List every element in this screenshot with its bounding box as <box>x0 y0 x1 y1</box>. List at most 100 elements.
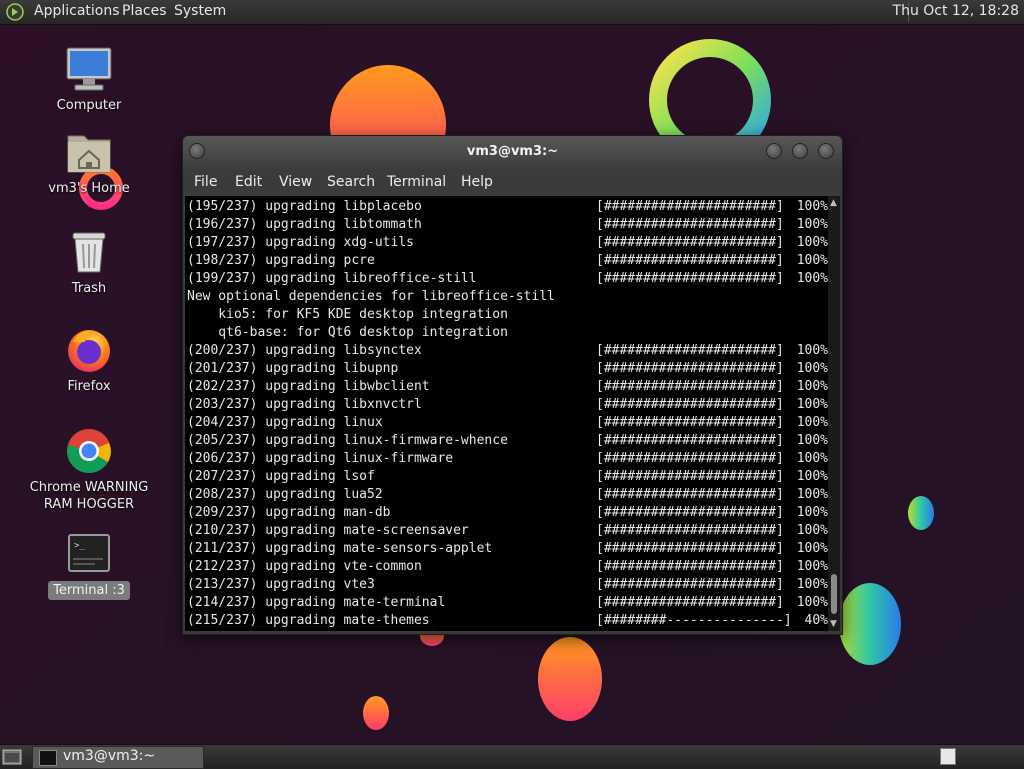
progress-bar-text: [######################] <box>596 487 784 502</box>
progress-percent: 100% <box>796 451 828 466</box>
menu-applications[interactable]: Applications <box>34 3 120 19</box>
terminal-line: (203/237) upgrading libxnvctrl [#########… <box>187 396 828 414</box>
terminal-line-text: (207/237) upgrading lsof <box>187 469 375 484</box>
home-folder-icon <box>65 128 113 176</box>
desktop-icon-chrome[interactable]: Chrome WARNING RAM HOGGER <box>24 427 154 514</box>
progress-bar-text: [######################] <box>596 199 784 214</box>
terminal-line: (207/237) upgrading lsof [###############… <box>187 468 828 486</box>
scroll-down-arrow-icon[interactable]: ▼ <box>830 619 837 629</box>
progress-bar-text: [######################] <box>596 397 784 412</box>
terminal-line: (198/237) upgrading pcre [###############… <box>187 252 828 270</box>
bottom-panel: vm3@vm3:~ <box>0 744 1024 769</box>
terminal-line-text: qt6-base: for Qt6 desktop integration <box>187 325 508 340</box>
terminal-line: (196/237) upgrading libtommath [#########… <box>187 216 828 234</box>
terminal-line-text: (212/237) upgrading vte-common <box>187 559 422 574</box>
taskbar-terminal-button[interactable]: vm3@vm3:~ <box>32 746 204 769</box>
terminal-line: (214/237) upgrading mate-terminal [######… <box>187 594 828 612</box>
desktop-icon-firefox[interactable]: Firefox <box>34 326 144 396</box>
progress-percent: 100% <box>796 433 828 448</box>
workspace-switcher[interactable] <box>940 748 956 765</box>
terminal-line-text: (211/237) upgrading mate-sensors-applet <box>187 541 493 556</box>
terminal-line: (211/237) upgrading mate-sensors-applet [… <box>187 540 828 558</box>
progress-percent: 100% <box>796 379 828 394</box>
terminal-line-text: New optional dependencies for libreoffic… <box>187 289 555 304</box>
progress-bar-text: [######################] <box>596 523 784 538</box>
progress-percent: 100% <box>796 577 828 592</box>
menu-edit[interactable]: Edit <box>235 174 262 190</box>
menu-search[interactable]: Search <box>327 174 375 190</box>
menu-terminal[interactable]: Terminal <box>387 174 446 190</box>
clock[interactable]: Thu Oct 12, 18:28 <box>893 3 1019 19</box>
progress-percent: 100% <box>796 235 828 250</box>
terminal-line-text: (205/237) upgrading linux-firmware-whenc… <box>187 433 508 448</box>
progress-bar-text: [######################] <box>596 253 784 268</box>
terminal-line-text: (214/237) upgrading mate-terminal <box>187 595 446 610</box>
desktop-icon-label: vm3's Home <box>48 181 130 196</box>
desktop-icon-terminal[interactable]: >_ Terminal :3 <box>34 530 144 600</box>
computer-icon <box>65 45 113 93</box>
trash-icon <box>65 228 113 276</box>
terminal-line-text: (201/237) upgrading libupnp <box>187 361 399 376</box>
menu-view[interactable]: View <box>279 174 312 190</box>
progress-percent: 100% <box>796 217 828 232</box>
progress-percent: 100% <box>796 487 828 502</box>
terminal-line: (209/237) upgrading man-db [#############… <box>187 504 828 522</box>
terminal-line: (199/237) upgrading libreoffice-still [##… <box>187 270 828 288</box>
window-titlebar[interactable]: vm3@vm3:~ <box>183 136 842 169</box>
terminal-line-text: (215/237) upgrading mate-themes <box>187 613 430 628</box>
window-title: vm3@vm3:~ <box>466 144 559 159</box>
progress-percent: 100% <box>796 541 828 556</box>
desktop-icon-label: Trash <box>71 281 107 296</box>
terminal-menubar: File Edit View Search Terminal Help <box>183 169 842 196</box>
progress-percent: 100% <box>796 559 828 574</box>
scroll-up-arrow-icon[interactable]: ▲ <box>830 198 837 208</box>
progress-percent: 100% <box>796 505 828 520</box>
terminal-line: (200/237) upgrading libsynctex [#########… <box>187 342 828 360</box>
scrollbar-thumb[interactable] <box>831 574 837 614</box>
terminal-line-text: (210/237) upgrading mate-screensaver <box>187 523 469 538</box>
svg-text:>_: >_ <box>74 541 85 551</box>
progress-bar-text: [######################] <box>596 451 784 466</box>
progress-bar-text: [######################] <box>596 343 784 358</box>
progress-bar-text: [######################] <box>596 559 784 574</box>
desktop-icon-home[interactable]: vm3's Home <box>34 128 144 198</box>
terminal-line: (204/237) upgrading linux [##############… <box>187 414 828 432</box>
show-desktop-icon[interactable] <box>2 748 22 766</box>
terminal-line-text: kio5: for KF5 KDE desktop integration <box>187 307 508 322</box>
maximize-button[interactable] <box>792 143 808 159</box>
terminal-line-text: (204/237) upgrading linux <box>187 415 383 430</box>
desktop-icon-label: Computer <box>56 98 122 113</box>
taskbar-window-label: vm3@vm3:~ <box>63 748 156 764</box>
menu-file[interactable]: File <box>194 174 217 190</box>
menu-system[interactable]: System <box>174 3 226 19</box>
terminal-icon <box>39 750 57 766</box>
close-button[interactable] <box>818 143 834 159</box>
terminal-line: (215/237) upgrading mate-themes [########… <box>187 612 828 630</box>
terminal-window[interactable]: vm3@vm3:~ File Edit View Search Terminal… <box>182 135 843 635</box>
menu-places[interactable]: Places <box>122 3 167 19</box>
terminal-line: New optional dependencies for libreoffic… <box>187 288 828 306</box>
terminal-line: (210/237) upgrading mate-screensaver [###… <box>187 522 828 540</box>
terminal-line: (202/237) upgrading libwbclient [########… <box>187 378 828 396</box>
progress-bar-text: [######################] <box>596 415 784 430</box>
desktop-icon-label: Terminal :3 <box>48 581 130 600</box>
terminal-line-text: (203/237) upgrading libxnvctrl <box>187 397 422 412</box>
desktop-icon-trash[interactable]: Trash <box>34 228 144 298</box>
menu-help[interactable]: Help <box>461 174 493 190</box>
progress-percent: 100% <box>796 361 828 376</box>
progress-bar-text: [######################] <box>596 271 784 286</box>
firefox-icon <box>65 326 113 374</box>
progress-percent: 100% <box>796 469 828 484</box>
terminal-line-text: (196/237) upgrading libtommath <box>187 217 422 232</box>
terminal-line: (208/237) upgrading lua52 [##############… <box>187 486 828 504</box>
terminal-output[interactable]: (195/237) upgrading libplacebo [#########… <box>185 196 828 631</box>
distro-logo-icon[interactable] <box>6 3 24 21</box>
desktop-icon-computer[interactable]: Computer <box>34 45 144 115</box>
progress-bar-text: [######################] <box>596 217 784 232</box>
terminal-line-text: (198/237) upgrading pcre <box>187 253 375 268</box>
desktop-icon-label: Chrome WARNING RAM HOGGER <box>29 480 149 512</box>
progress-percent: 100% <box>796 199 828 214</box>
minimize-button[interactable] <box>766 143 782 159</box>
terminal-line: kio5: for KF5 KDE desktop integration <box>187 306 828 324</box>
terminal-scrollbar[interactable]: ▲ ▼ <box>828 196 840 631</box>
